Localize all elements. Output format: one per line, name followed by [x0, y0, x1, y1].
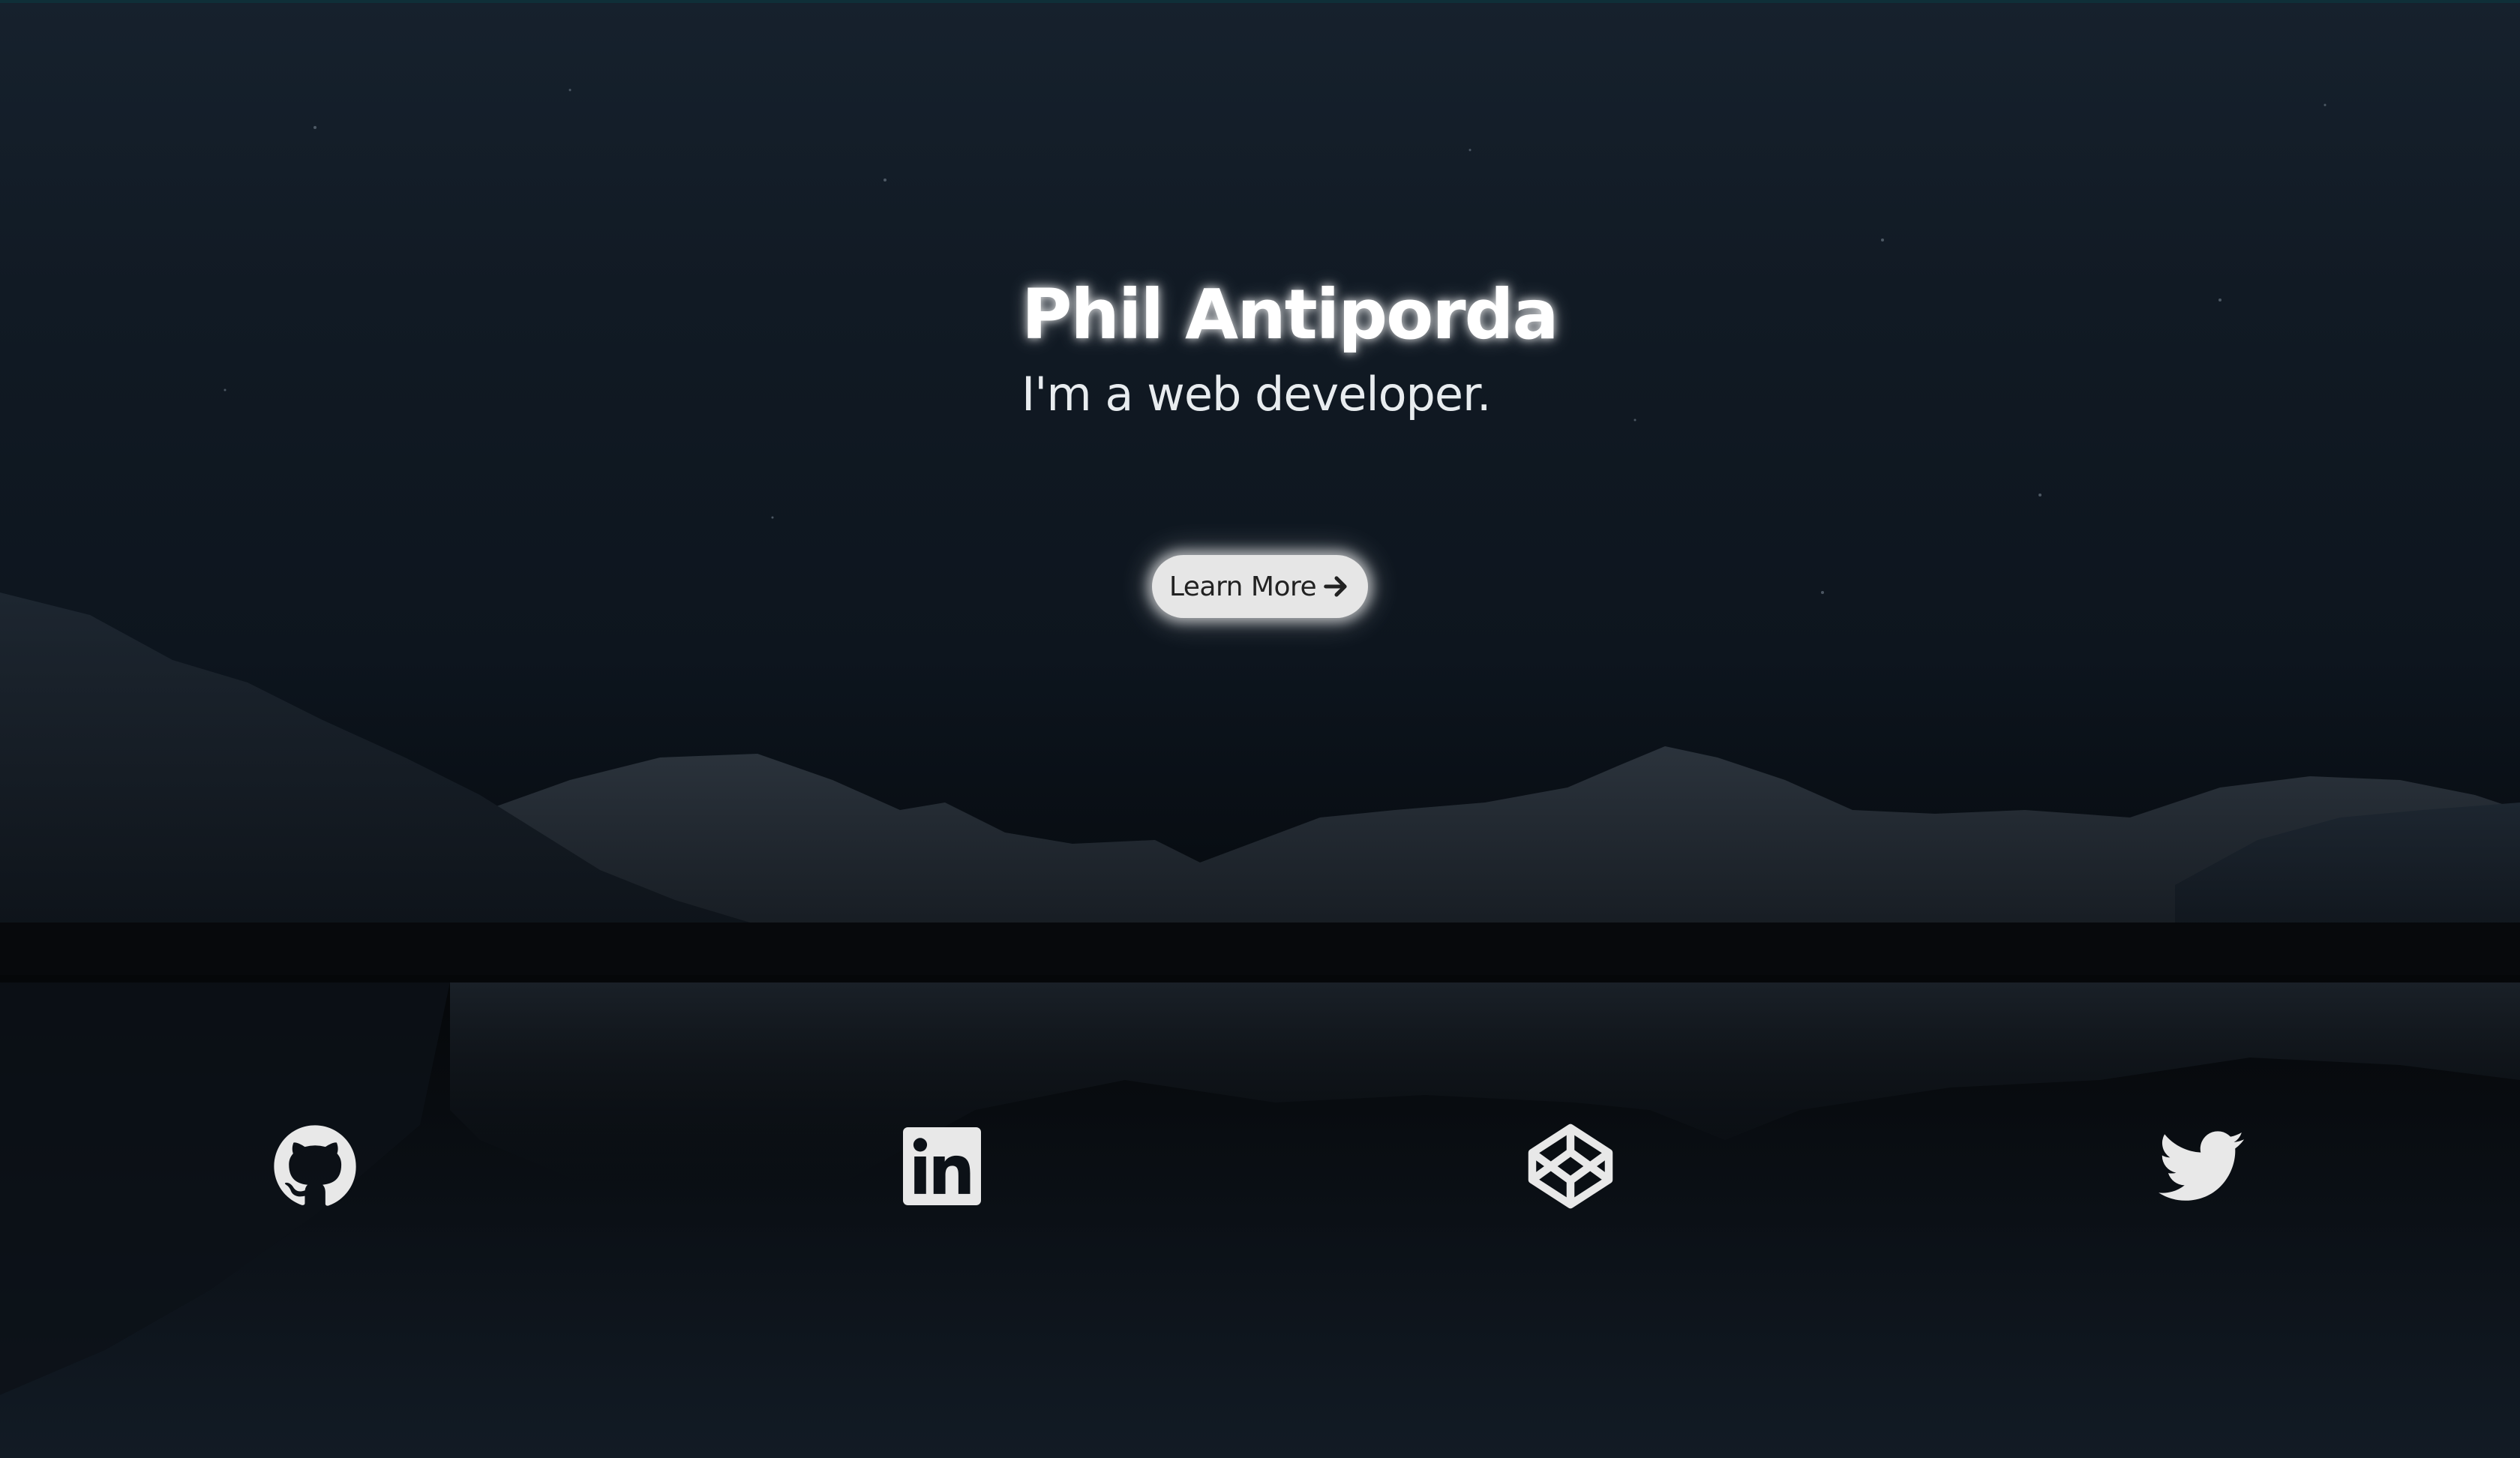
codepen-icon [1526, 1121, 1616, 1211]
mountain-lake-background [0, 88, 2520, 1458]
hero-title: Phil Antiporda [1022, 274, 1559, 355]
github-icon [272, 1124, 358, 1209]
learn-more-button[interactable]: Learn More [1152, 555, 1368, 618]
landing-page: Phil Antiporda I'm a web developer. Lear… [0, 0, 2520, 1458]
twitter-icon [2158, 1123, 2246, 1210]
codepen-link[interactable] [1526, 1121, 1616, 1211]
twitter-link[interactable] [2157, 1121, 2247, 1211]
arrow-right-icon [1322, 572, 1351, 601]
hero: Phil Antiporda I'm a web developer. [1022, 270, 1696, 424]
hero-subtitle: I'm a web developer. [1022, 367, 1492, 422]
github-link[interactable] [270, 1121, 360, 1211]
social-links [0, 1121, 2520, 1211]
linkedin-link[interactable] [897, 1121, 987, 1211]
linkedin-icon [903, 1127, 981, 1205]
learn-more-label: Learn More [1168, 571, 1317, 602]
